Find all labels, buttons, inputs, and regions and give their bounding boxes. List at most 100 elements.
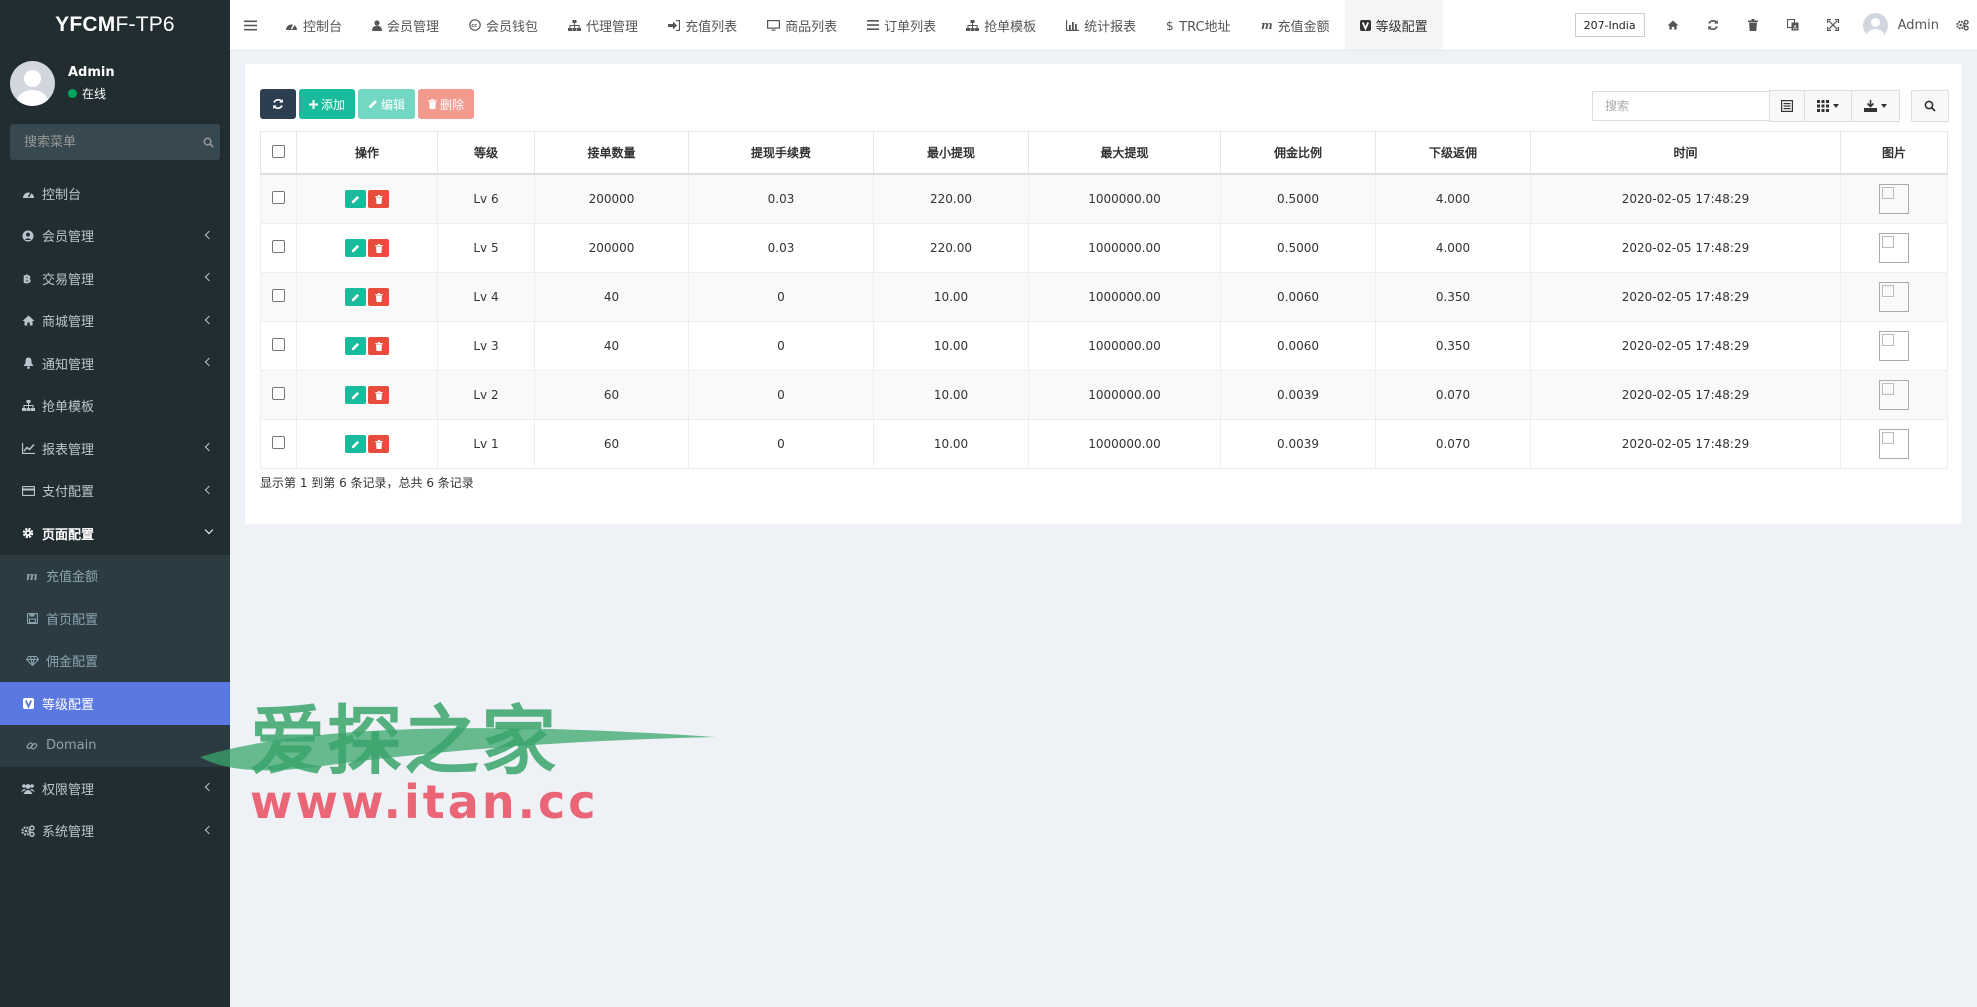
row-edit-button[interactable] [345,288,366,306]
row-checkbox[interactable] [272,338,285,351]
sidebar-item-label: 首页配置 [46,612,99,628]
chevron-left-icon [204,443,214,452]
sidebar-item-page-config[interactable]: 页面配置 [0,512,230,555]
sidebar-item-reports[interactable]: 报表管理 [0,427,230,470]
sitemap-icon [568,19,582,31]
row-delete-button[interactable] [368,190,389,208]
column-header[interactable]: 等级 [437,131,535,175]
sidebar-item-mall[interactable]: 商城管理 [0,300,230,343]
card-view-button[interactable] [1769,90,1805,122]
column-header[interactable]: 佣金比例 [1220,131,1376,175]
row-edit-button[interactable] [345,386,366,404]
row-edit-button[interactable] [345,337,366,355]
row-actions [296,223,438,273]
sidebar-search-input[interactable] [10,123,196,161]
table-search-input[interactable] [1592,91,1788,121]
column-header[interactable]: 最大提现 [1028,131,1221,175]
column-header[interactable]: 接单数量 [534,131,689,175]
column-header[interactable]: 提现手续费 [688,131,874,175]
broken-image-icon[interactable] [1879,184,1909,214]
row-delete-button[interactable] [368,386,389,404]
sidebar-item-members[interactable]: 会员管理 [0,215,230,258]
row-edit-button[interactable] [345,239,366,257]
broken-image-icon[interactable] [1879,429,1909,459]
column-header[interactable]: 最小提现 [873,131,1029,175]
row-delete-button[interactable] [368,337,389,355]
tab-orders[interactable]: 订单列表 [852,0,951,50]
gear-icon [20,527,36,539]
tab-recharge-amount[interactable]: m 充值金额 [1246,0,1345,50]
chevron-left-icon [204,485,214,494]
broken-image-icon[interactable] [1879,331,1909,361]
data-table: 操作 等级 接单数量 提现手续费 最小提现 最大提现 佣金比例 下级返佣 时间 … [260,131,1948,469]
broken-image-icon[interactable] [1879,380,1909,410]
row-delete-button[interactable] [368,288,389,306]
search-button[interactable] [1911,90,1949,122]
tab-products[interactable]: 商品列表 [752,0,852,50]
menu-toggle-icon[interactable] [230,0,270,50]
tab-members[interactable]: 会员管理 [357,0,454,50]
sidebar-item-grab-template[interactable]: 抢单模板 [0,385,230,428]
row-actions [296,173,438,224]
home-icon[interactable] [1653,0,1693,50]
bell-icon [20,357,36,370]
tab-grab-template[interactable]: 抢单模板 [951,0,1051,50]
tab-trc-address[interactable]: $ TRC地址 [1151,0,1245,50]
sidebar-item-dashboard[interactable]: 控制台 [0,172,230,215]
trash-icon[interactable] [1733,0,1773,50]
row-delete-button[interactable] [368,435,389,453]
admin-menu[interactable]: Admin [1853,0,1947,50]
sidebar-item-trade[interactable]: ฿ 交易管理 [0,257,230,300]
refresh-icon[interactable] [1693,0,1733,50]
search-icon[interactable] [196,124,220,160]
cogs-icon[interactable] [1947,0,1977,50]
select-all-checkbox[interactable] [272,144,285,158]
list-icon [1781,100,1793,112]
tab-agents[interactable]: 代理管理 [553,0,653,50]
row-edit-button[interactable] [345,190,366,208]
add-button[interactable]: 添加 [299,89,356,119]
delete-button[interactable]: 删除 [418,89,475,119]
column-header[interactable]: 操作 [296,131,438,175]
cell-ratio: 0.5000 [1220,173,1376,224]
tab-statistics[interactable]: 统计报表 [1051,0,1151,50]
row-checkbox[interactable] [272,387,285,400]
column-header[interactable]: 图片 [1840,131,1948,175]
fullscreen-icon[interactable] [1813,0,1853,50]
row-checkbox[interactable] [272,240,285,253]
tab-level-config[interactable]: 等级配置 [1344,0,1443,50]
cell-min: 10.00 [873,272,1029,322]
svg-text:m: m [26,571,38,581]
column-header[interactable]: 时间 [1530,131,1841,175]
edit-button[interactable]: 编辑 [358,89,416,119]
row-delete-button[interactable] [368,239,389,257]
broken-image-icon[interactable] [1879,233,1909,263]
cell-orders: 60 [534,370,689,420]
row-checkbox[interactable] [272,191,285,204]
tab-wallet[interactable]: cc 会员钱包 [454,0,553,50]
trash-icon [374,194,383,204]
pencil-icon [351,244,360,252]
row-edit-button[interactable] [345,435,366,453]
language-icon[interactable]: A [1773,0,1813,50]
export-button[interactable] [1851,90,1900,122]
sidebar-item-recharge-amount[interactable]: m 充值金额 [0,554,230,597]
chevron-down-icon [204,526,214,535]
tab-recharge-list[interactable]: 充值列表 [653,0,752,50]
row-checkbox[interactable] [272,436,285,449]
sidebar-item-label: 页面配置 [42,527,95,543]
sidebar-item-payment[interactable]: 支付配置 [0,470,230,513]
columns-toggle-button[interactable] [1804,90,1852,122]
tab-dashboard[interactable]: 控制台 [270,0,357,50]
caret-down-icon [1833,104,1839,108]
sidebar-item-notice[interactable]: 通知管理 [0,342,230,385]
user-status-label: 在线 [82,86,107,101]
broken-image-icon[interactable] [1879,282,1909,312]
cell-fee: 0 [688,321,874,371]
refresh-button[interactable] [260,89,296,119]
site-select[interactable]: 207-India [1574,13,1645,37]
app-logo[interactable]: YFCM F-TP6 [0,0,230,50]
column-header[interactable]: 下级返佣 [1375,131,1531,175]
row-checkbox[interactable] [272,289,285,302]
sidebar-item-home-config[interactable]: 首页配置 [0,597,230,640]
